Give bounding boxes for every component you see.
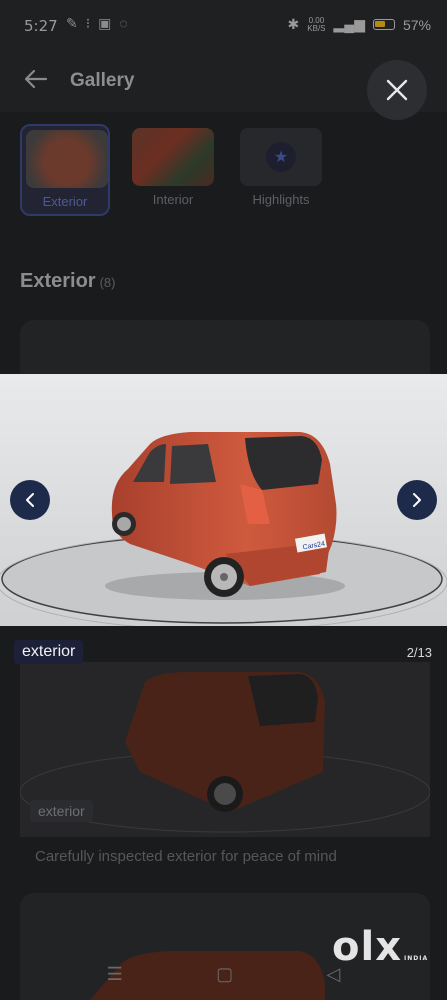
tab-highlights[interactable]: ★ Highlights (236, 124, 326, 216)
page-title: Gallery (70, 70, 135, 91)
notification-icons: ✎⁝▣◌ (66, 15, 136, 31)
speed-unit: KB/S (307, 23, 326, 33)
interior-thumbnail (132, 128, 214, 186)
battery-icon (372, 19, 395, 30)
section-count: (8) (99, 275, 116, 290)
menu-icon[interactable]: ☰ (107, 964, 123, 985)
back-arrow-icon[interactable] (22, 66, 52, 96)
home-icon[interactable]: ▢ (216, 964, 233, 985)
chevron-right-icon (413, 493, 421, 507)
chevron-left-icon (26, 493, 34, 507)
close-icon (386, 79, 408, 101)
status-right: ✱ 0.00 KB/S ▂▄▆ 57% (288, 16, 431, 33)
battery-percent: 57% (402, 16, 431, 33)
image-category-label: exterior (14, 640, 84, 664)
status-bar: 5:27 ✎⁝▣◌ ✱ 0.00 KB/S ▂▄▆ 57% (0, 0, 447, 52)
watermark-sub: INDIA (404, 955, 429, 962)
tab-label: Exterior (42, 194, 88, 209)
star-icon: ★ (266, 142, 296, 172)
tab-exterior[interactable]: Exterior (20, 124, 110, 216)
image-counter: 2/13 (406, 645, 432, 660)
image-card-top (20, 320, 430, 374)
highlights-thumbnail: ★ (240, 128, 322, 186)
watermark-brand: olx (332, 924, 402, 970)
car-photo: Cars24 (0, 432, 447, 626)
previous-image-button[interactable] (10, 480, 50, 520)
image-viewer[interactable]: Cars24 (0, 374, 447, 626)
gallery-tabs: Exterior Interior ★ Highlights (20, 124, 326, 216)
close-button[interactable] (367, 60, 427, 120)
tab-label: Highlights (252, 192, 310, 207)
background-card-label: exterior (30, 800, 93, 822)
section-heading: Exterior (8) (20, 270, 115, 293)
exterior-thumbnail (26, 130, 108, 188)
status-time: 5:27 (24, 17, 58, 35)
olx-watermark: olx INDIA (332, 924, 428, 970)
section-title: Exterior (20, 270, 96, 292)
network-speed: 0.00 KB/S (307, 16, 326, 33)
tab-interior[interactable]: Interior (128, 124, 218, 216)
background-card-caption: Carefully inspected exterior for peace o… (35, 848, 337, 865)
signal-icon: ▂▄▆ (333, 16, 365, 32)
tab-label: Interior (152, 192, 194, 207)
next-image-button[interactable] (397, 480, 437, 520)
bluetooth-icon: ✱ (287, 16, 300, 32)
